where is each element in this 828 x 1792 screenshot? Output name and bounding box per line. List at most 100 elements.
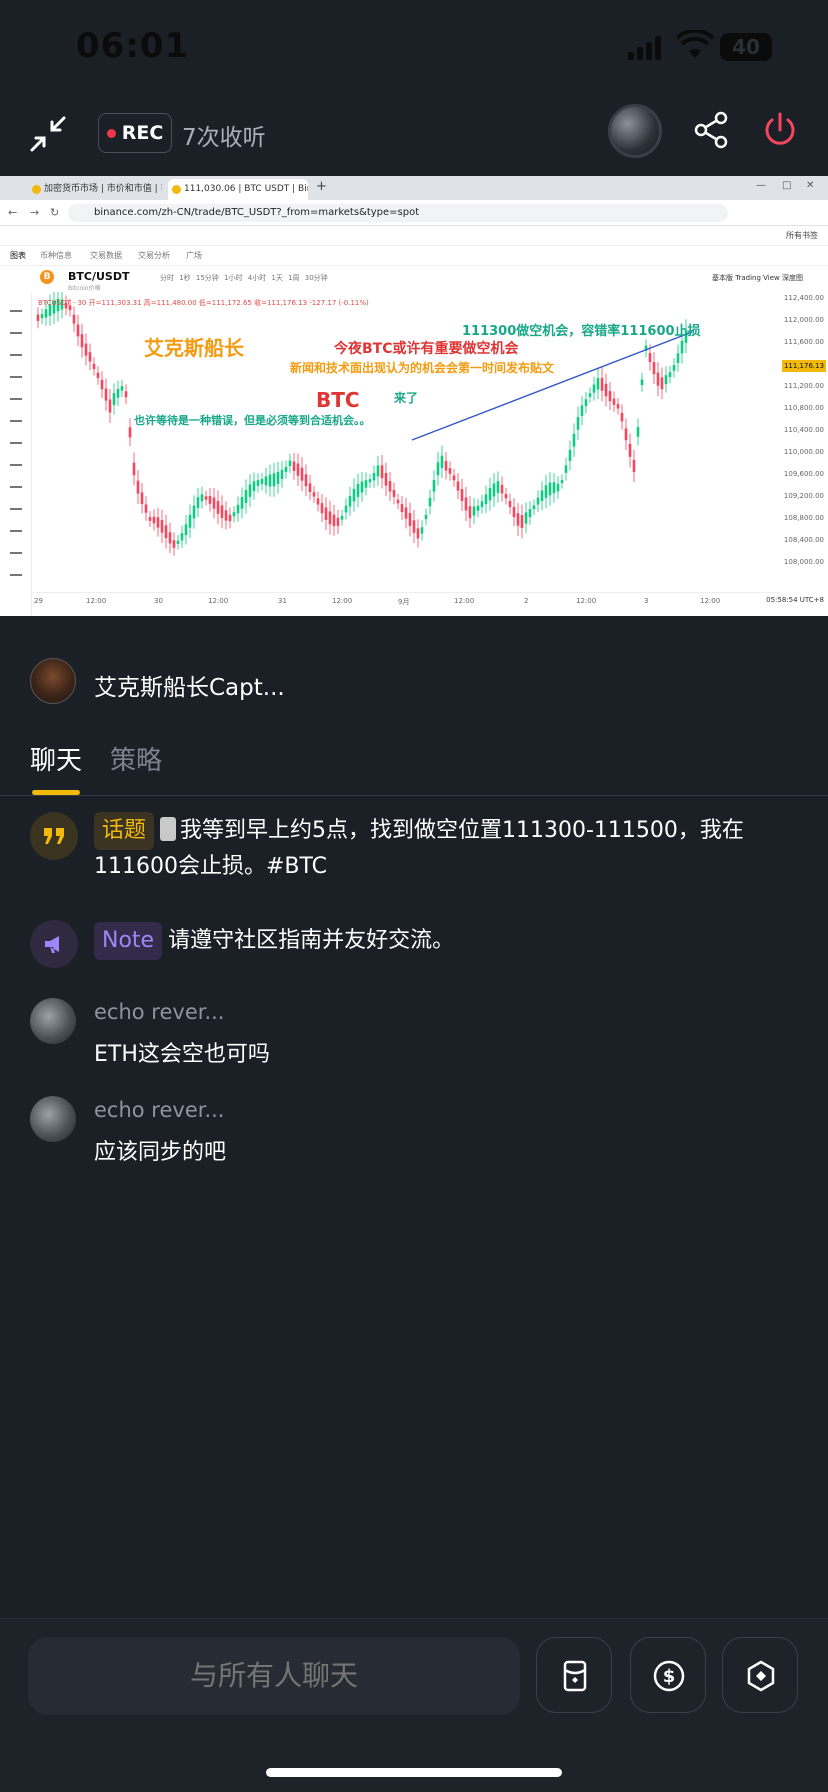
candle bbox=[648, 352, 652, 363]
maximize-icon[interactable]: □ bbox=[782, 180, 791, 191]
subnav-chart[interactable]: 图表 bbox=[10, 250, 26, 261]
message-username[interactable]: echo rever... bbox=[94, 1098, 224, 1122]
candle bbox=[268, 474, 272, 487]
candle bbox=[532, 505, 536, 510]
candle bbox=[528, 509, 532, 518]
candle bbox=[296, 463, 300, 476]
candle bbox=[568, 449, 572, 461]
candle bbox=[356, 484, 360, 497]
candle bbox=[444, 460, 448, 471]
candle bbox=[560, 480, 564, 484]
shared-screen[interactable]: 加密货币市场 | 市价和市值 | 币... 111,030.06 | BTC U… bbox=[0, 176, 828, 616]
listen-count: 7次收听 bbox=[182, 125, 266, 151]
subnav-trade-analysis[interactable]: 交易分析 bbox=[138, 250, 170, 261]
candle bbox=[348, 496, 352, 507]
candle bbox=[232, 512, 236, 517]
current-price-tag: 111,176.13 bbox=[782, 360, 826, 372]
candle bbox=[508, 500, 512, 508]
binance-button[interactable] bbox=[722, 1637, 798, 1713]
annotation-captain: 艾克斯船长 bbox=[144, 336, 244, 360]
candle bbox=[500, 484, 504, 494]
candle bbox=[212, 497, 216, 509]
message-username[interactable]: echo rever... bbox=[94, 1000, 224, 1024]
view-mode[interactable]: 基本版 Trading View 深度图 bbox=[712, 273, 803, 283]
candle bbox=[372, 472, 376, 481]
browser-tab-active[interactable]: 111,030.06 | BTC USDT | Bina... bbox=[168, 179, 308, 200]
rec-dot bbox=[106, 128, 116, 138]
candle bbox=[248, 484, 252, 497]
candle bbox=[396, 499, 400, 504]
new-tab-icon[interactable]: + bbox=[316, 179, 327, 194]
bookmarks-folder[interactable]: 所有书签 bbox=[786, 230, 818, 241]
subnav-square[interactable]: 广场 bbox=[186, 250, 202, 261]
candle bbox=[188, 514, 192, 528]
url-field[interactable]: binance.com/zh-CN/trade/BTC_USDT?_from=m… bbox=[68, 204, 728, 222]
chat-input[interactable] bbox=[28, 1637, 520, 1715]
back-icon[interactable]: ← bbox=[8, 206, 17, 219]
close-icon[interactable]: ✕ bbox=[806, 180, 814, 191]
candle bbox=[192, 505, 196, 519]
candle bbox=[472, 506, 476, 516]
candle bbox=[336, 517, 340, 526]
candle bbox=[420, 527, 424, 534]
host-avatar-top[interactable] bbox=[608, 104, 662, 158]
tab-chat[interactable]: 聊天 bbox=[30, 740, 82, 777]
browser-tab[interactable]: 加密货币市场 | 市价和市值 | 币... bbox=[28, 179, 162, 200]
candle bbox=[200, 494, 204, 502]
host-row[interactable]: 艾克斯船长Capt... bbox=[0, 640, 828, 716]
red-packet-button[interactable] bbox=[536, 1637, 612, 1713]
avatar[interactable] bbox=[30, 998, 76, 1044]
candle bbox=[576, 417, 580, 430]
subnav-coin-info[interactable]: 币种信息 bbox=[40, 250, 72, 261]
candle bbox=[220, 505, 224, 518]
candle bbox=[116, 388, 120, 398]
candle bbox=[416, 528, 420, 539]
share-icon[interactable] bbox=[692, 110, 732, 150]
candle bbox=[96, 372, 100, 379]
candle bbox=[320, 503, 324, 514]
candle bbox=[552, 482, 556, 494]
avatar[interactable] bbox=[30, 1096, 76, 1142]
note-badge: Note bbox=[94, 922, 163, 960]
power-icon[interactable] bbox=[760, 110, 800, 150]
candle bbox=[136, 480, 140, 494]
host-name[interactable]: 艾克斯船长Capt... bbox=[94, 668, 285, 702]
tip-button[interactable]: $ bbox=[630, 1637, 706, 1713]
pair-name[interactable]: BTC/USDT bbox=[68, 270, 129, 283]
candle bbox=[168, 532, 172, 544]
collapse-icon[interactable] bbox=[28, 114, 68, 154]
candle bbox=[244, 490, 248, 503]
candle bbox=[628, 443, 632, 457]
candle bbox=[480, 501, 484, 507]
rec-badge: REC bbox=[98, 113, 172, 153]
reload-icon[interactable]: ↻ bbox=[50, 206, 59, 219]
price-axis: 112,400.00 112,000.00 111,600.00 111,200… bbox=[783, 294, 824, 566]
candle bbox=[456, 481, 460, 491]
tab-strategy[interactable]: 策略 bbox=[110, 740, 162, 777]
candle bbox=[216, 500, 220, 514]
megaphone-icon bbox=[30, 920, 78, 968]
forward-icon[interactable]: → bbox=[30, 206, 39, 219]
status-bar: 06:01 40 bbox=[0, 0, 828, 96]
interval-selector[interactable]: 分时 1秒 15分钟 1小时 4小时 1天 1周 30分钟 bbox=[160, 273, 328, 283]
candle bbox=[612, 398, 616, 405]
candle bbox=[492, 483, 496, 497]
candle bbox=[448, 468, 452, 474]
candle bbox=[452, 475, 456, 481]
candle bbox=[72, 314, 76, 324]
home-indicator bbox=[266, 1768, 562, 1777]
candle bbox=[100, 379, 104, 390]
candle bbox=[556, 483, 560, 492]
candle bbox=[140, 492, 144, 504]
binance-icon bbox=[747, 1660, 775, 1692]
candle bbox=[284, 466, 288, 472]
host-avatar[interactable] bbox=[30, 658, 76, 704]
candle bbox=[280, 469, 284, 479]
candle bbox=[272, 473, 276, 487]
candle bbox=[164, 525, 168, 539]
candle bbox=[88, 352, 92, 362]
minimize-icon[interactable]: — bbox=[756, 180, 766, 191]
candlestick-chart[interactable]: BTCUSDT · 30 开=111,303.31 高=111,480.00 低… bbox=[0, 292, 828, 616]
subnav-trade-data[interactable]: 交易数据 bbox=[90, 250, 122, 261]
signal-icon bbox=[628, 36, 662, 60]
